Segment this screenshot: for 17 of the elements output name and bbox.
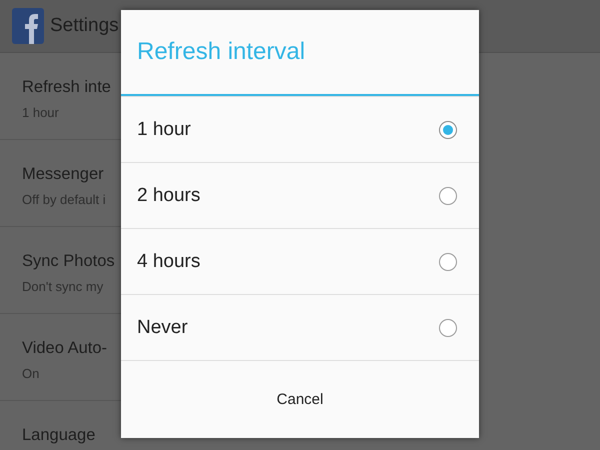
facebook-logo-icon: [12, 8, 44, 44]
radio-button[interactable]: [439, 318, 457, 336]
option-label[interactable]: 4 hours: [137, 250, 200, 272]
setting-title: Messenger: [22, 164, 105, 185]
setting-title: Refresh inte: [22, 77, 112, 98]
option-label[interactable]: Never: [137, 316, 188, 338]
radio-button[interactable]: [439, 252, 457, 270]
app-title: Settings: [50, 15, 119, 37]
setting-title: Language: [22, 425, 96, 446]
dialog-title: Refresh interval: [121, 10, 479, 96]
option-label[interactable]: 1 hour: [137, 118, 191, 140]
setting-title: Sync Photos: [22, 251, 116, 272]
radio-button[interactable]: [439, 120, 457, 138]
radio-button[interactable]: [439, 186, 457, 204]
setting-title: Video Auto-: [22, 338, 108, 359]
option-label[interactable]: 2 hours: [137, 184, 200, 206]
cancel-button[interactable]: Cancel: [121, 361, 479, 438]
